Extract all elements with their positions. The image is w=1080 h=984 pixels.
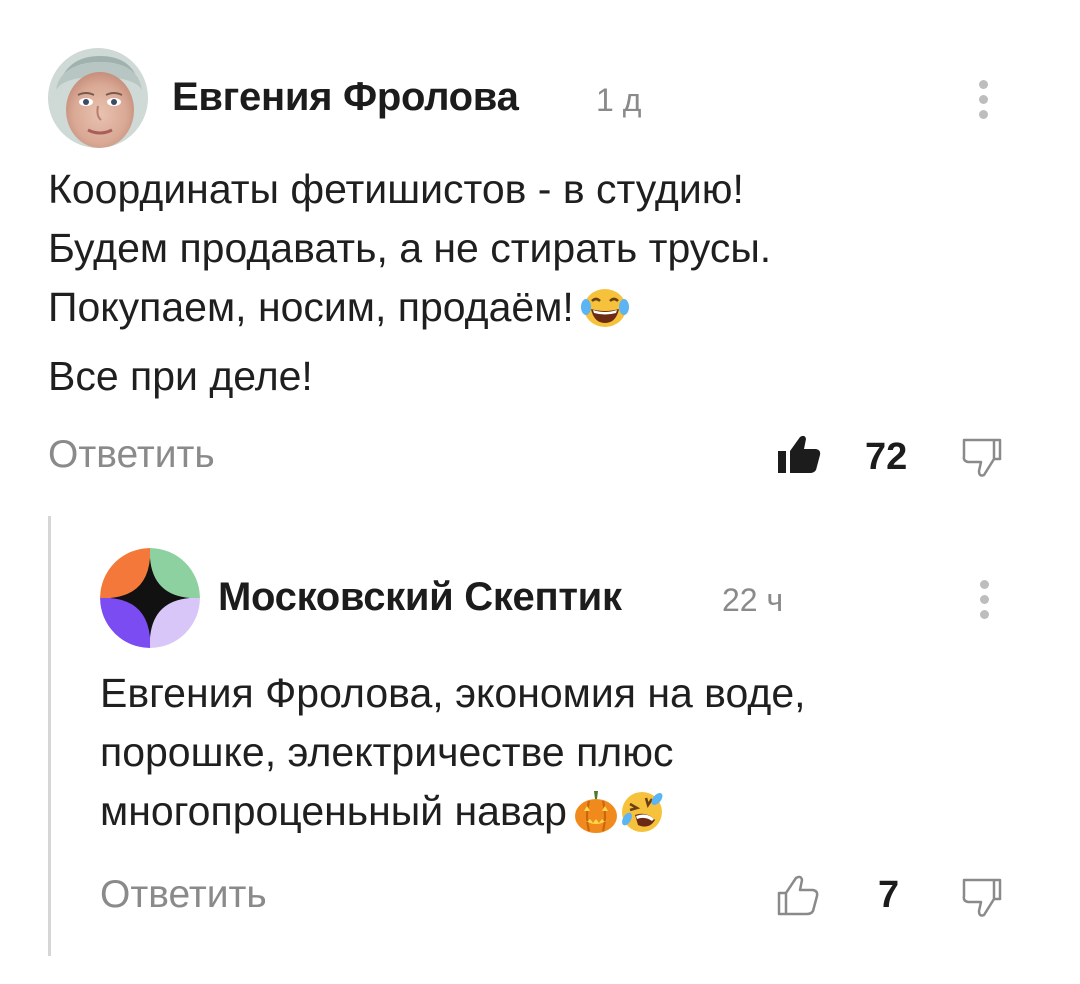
comment-line: Евгения Фролова, экономия на воде, (100, 670, 806, 716)
comment-text: Евгения Фролова, экономия на воде, порош… (100, 664, 1000, 851)
comment-time: 1 д (596, 82, 642, 118)
more-options-icon[interactable] (975, 578, 995, 622)
channel-logo-icon (100, 548, 200, 648)
avatar[interactable] (100, 548, 200, 648)
comment-time: 22 ч (722, 582, 784, 618)
reply-button[interactable]: Ответить (48, 433, 215, 477)
comment-line: Покупаем, носим, продаём! (48, 278, 1008, 347)
more-options-icon[interactable] (974, 78, 994, 122)
thumbs-down-icon (962, 438, 1002, 477)
avatar[interactable] (48, 48, 148, 148)
comment-line: порошке, электричестве плюс (100, 729, 674, 775)
like-count: 7 (878, 874, 900, 916)
comment-text: Координаты фетишистов - в студию! Будем … (48, 160, 1008, 406)
dislike-button[interactable] (961, 437, 1003, 484)
face-with-tears-of-joy-icon (580, 285, 630, 347)
like-button[interactable] (776, 873, 820, 922)
comment-line: Будем продавать, а не стирать трусы. (48, 225, 772, 271)
like-button[interactable] (776, 433, 822, 480)
user-photo-icon (48, 48, 148, 148)
thumbs-up-icon (777, 875, 819, 916)
thumbs-down-icon (962, 878, 1002, 917)
comment-line: Координаты фетишистов - в студию! (48, 166, 744, 212)
comment-line: Все при деле! (48, 353, 313, 399)
dislike-button[interactable] (961, 877, 1003, 924)
thumbs-up-filled-icon (778, 435, 821, 473)
author-name[interactable]: Московский Скептик (218, 575, 622, 620)
reply-thread-line (48, 516, 51, 956)
reply-button[interactable]: Ответить (100, 873, 267, 917)
jack-o-lantern-icon (573, 789, 619, 851)
like-count: 72 (865, 436, 908, 478)
author-name[interactable]: Евгения Фролова (172, 75, 519, 120)
rolling-on-floor-laughing-icon (619, 789, 665, 851)
comment-line: многопроценьный навар (100, 782, 1000, 851)
